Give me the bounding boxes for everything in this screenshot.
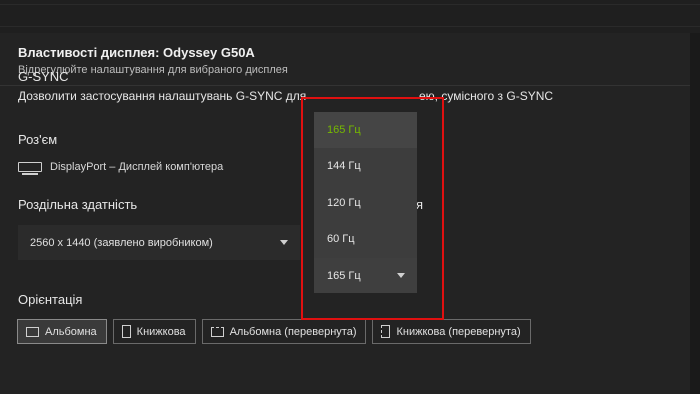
gsync-description: Дозволити застосування налаштувань G-SYN…: [18, 89, 306, 103]
resolution-value: 2560 x 1440 (заявлено виробником): [30, 236, 213, 249]
chevron-down-icon: [397, 273, 405, 278]
portrait-icon: [121, 325, 131, 338]
resolution-label: Роздільна здатність: [18, 197, 138, 212]
gsync-description-tail: ею, сумісного з G-SYNC: [419, 89, 554, 103]
orientation-label: Орієнтація: [18, 292, 83, 307]
orientation-button-label: Альбомна (перевернута): [229, 325, 357, 338]
top-strip: [0, 0, 700, 33]
orientation-landscape-flipped-button[interactable]: Альбомна (перевернута): [201, 319, 367, 344]
connector-value: DisplayPort – Дисплей комп'ютера: [50, 161, 224, 173]
refresh-rate-value: 165 Гц: [327, 269, 361, 282]
chevron-down-icon: [280, 240, 288, 245]
landscape-flipped-icon: [210, 326, 224, 337]
orientation-landscape-button[interactable]: Альбомна: [17, 319, 107, 344]
refresh-rate-option[interactable]: 120 Гц: [314, 185, 417, 221]
connector-label: Роз'єм: [18, 132, 58, 147]
orientation-button-label: Альбомна: [45, 325, 97, 338]
portrait-flipped-icon: [381, 325, 391, 338]
divider: [0, 4, 700, 5]
orientation-portrait-button[interactable]: Книжкова: [112, 319, 196, 344]
refresh-rate-dropdown-list: 165 Гц 144 Гц 120 Гц 60 Гц: [314, 112, 417, 258]
display-settings-screen: Властивості дисплея: Odyssey G50A Відрег…: [0, 0, 700, 394]
divider: [0, 26, 700, 27]
displayport-icon: [18, 162, 42, 175]
refresh-rate-option[interactable]: 165 Гц: [314, 112, 417, 148]
refresh-rate-option[interactable]: 60 Гц: [314, 221, 417, 257]
panel-title: Властивості дисплея: Odyssey G50A: [18, 45, 255, 60]
refresh-rate-label: я: [416, 197, 424, 212]
gsync-description-text: Дозволити застосування налаштувань G-SYN…: [18, 89, 307, 103]
orientation-portrait-flipped-button[interactable]: Книжкова (перевернута): [372, 319, 531, 344]
landscape-icon: [26, 326, 39, 337]
resolution-select[interactable]: 2560 x 1440 (заявлено виробником): [18, 225, 300, 260]
refresh-rate-select[interactable]: 165 Гц: [314, 258, 417, 293]
panel-header: Властивості дисплея: Odyssey G50A Відрег…: [0, 33, 690, 86]
orientation-button-label: Книжкова: [136, 325, 186, 338]
orientation-options: Альбомна Книжкова Альбомна (перевернута)…: [17, 319, 531, 344]
orientation-button-label: Книжкова (перевернута): [396, 325, 521, 338]
gsync-label: G-SYNC: [18, 69, 69, 84]
refresh-rate-option[interactable]: 144 Гц: [314, 148, 417, 184]
connector-row: DisplayPort – Дисплей комп'ютера: [18, 159, 223, 175]
